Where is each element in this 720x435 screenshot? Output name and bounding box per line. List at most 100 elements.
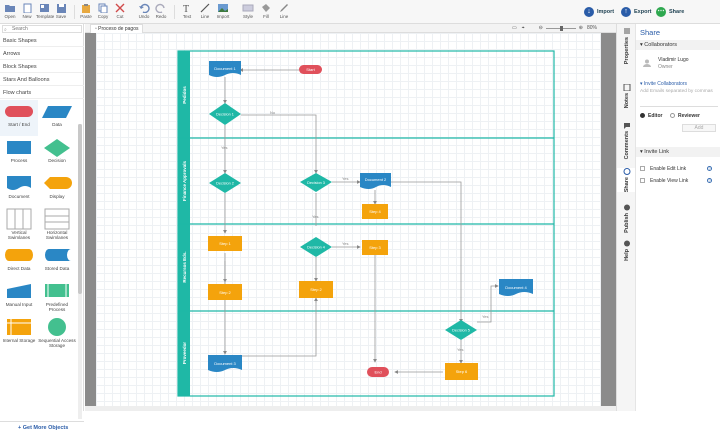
toolbar-divider xyxy=(74,5,75,19)
import-action-button[interactable]: ↓ Import xyxy=(584,6,614,18)
shape-vertical-swimlanes[interactable]: Vertical Swimlanes xyxy=(0,208,38,244)
tab-publish[interactable]: Publish xyxy=(617,204,636,233)
node-label: Document 1 xyxy=(214,66,236,71)
canvas-horizontal-scrollbar[interactable] xyxy=(85,406,616,411)
canvas-area[interactable]: Pedidos Finance Approvals Recursos Eds. … xyxy=(85,33,616,406)
shape-predefined-process[interactable]: Predefined Process xyxy=(38,280,76,316)
help-icon[interactable]: ? xyxy=(707,166,712,171)
reviewer-radio[interactable] xyxy=(670,113,675,118)
redo-button[interactable]: Redo xyxy=(153,3,169,19)
scrollbar-thumb[interactable] xyxy=(78,124,82,294)
scissors-icon xyxy=(115,3,125,13)
category-block-shapes[interactable]: Block Shapes xyxy=(0,60,84,73)
style-button[interactable]: Style xyxy=(240,3,256,19)
import-image-button[interactable]: Import xyxy=(215,3,231,19)
node-label: Decision 5 xyxy=(452,329,470,333)
invite-collaborators-header[interactable]: ▾ Invite Collaborators xyxy=(640,81,687,87)
export-action-button[interactable]: ↑ Export xyxy=(621,6,651,18)
shape-process[interactable]: Process xyxy=(0,136,38,172)
edge-label-yes: Yes xyxy=(221,145,228,150)
enable-view-link-label: Enable View Link xyxy=(650,178,689,184)
zoom-out-icon[interactable]: ⊖ xyxy=(539,25,543,31)
new-button[interactable]: New xyxy=(19,3,35,19)
undo-button[interactable]: Undo xyxy=(136,3,152,19)
document-tab[interactable]: ▫ Proceso de pagos xyxy=(90,24,144,33)
shape-document[interactable]: Document xyxy=(0,172,38,208)
invite-email-input[interactable]: Add Emails separated by commas xyxy=(640,89,718,107)
shape-data[interactable]: Data xyxy=(38,100,76,136)
collaborators-section-header[interactable]: ▾ Collaborators xyxy=(636,40,720,50)
shapes-sidebar: ⌕ Basic Shapes Arrows Block Shapes Stars… xyxy=(0,24,84,431)
fill-button[interactable]: Fill xyxy=(258,3,274,19)
tab-notes[interactable]: Notes xyxy=(617,84,636,108)
node-label: Document 3 xyxy=(214,361,236,366)
tab-properties[interactable]: Properties xyxy=(617,28,636,64)
shape-horizontal-swimlanes[interactable]: Horizontal Swimlanes xyxy=(38,208,76,244)
zoom-in-icon[interactable]: ⊕ xyxy=(579,25,583,31)
edge-label-yes: Yes xyxy=(342,176,349,181)
shape-internal-storage[interactable]: Internal Storage xyxy=(0,316,38,352)
share-action-button[interactable]: ⋯ Share xyxy=(656,6,684,18)
open-button[interactable]: Open xyxy=(2,3,18,19)
text-tool-button[interactable]: T Text xyxy=(179,3,195,19)
enable-edit-link-label: Enable Edit Link xyxy=(650,166,687,172)
node-label: Step 1 xyxy=(219,241,231,246)
invite-link-section-header[interactable]: ▾ Invite Link xyxy=(636,147,720,157)
category-flow-charts[interactable]: Flow charts xyxy=(0,86,84,99)
line-icon xyxy=(200,3,210,13)
node-label: Decision 3 xyxy=(307,181,325,185)
shape-display[interactable]: Display xyxy=(38,172,76,208)
node-label: Document 4 xyxy=(505,285,527,290)
template-button[interactable]: Template xyxy=(36,3,54,19)
cut-button[interactable]: Cut xyxy=(112,3,128,19)
lane-label-proveedor: Proveedor xyxy=(182,342,187,365)
tab-share[interactable]: Share xyxy=(617,168,636,193)
category-arrows[interactable]: Arrows xyxy=(0,47,84,60)
shape-decision[interactable]: Decision xyxy=(38,136,76,172)
drawing-page[interactable]: Pedidos Finance Approvals Recursos Eds. … xyxy=(96,33,601,406)
node-label: Step 2 xyxy=(310,287,322,292)
line-tool-button[interactable]: Line xyxy=(197,3,213,19)
sidebar-scrollbar[interactable] xyxy=(78,124,82,419)
toolbar-divider xyxy=(174,5,175,19)
tab-comments[interactable]: Comments xyxy=(617,122,636,159)
add-collaborator-button[interactable]: Add xyxy=(682,124,716,132)
globe-icon xyxy=(623,204,630,211)
zoom-slider[interactable] xyxy=(545,25,576,31)
line-style-button[interactable]: Line xyxy=(276,3,292,19)
export-icon: ↑ xyxy=(621,7,631,17)
lane-label-finance: Finance Approvals xyxy=(182,160,187,201)
category-basic-shapes[interactable]: Basic Shapes xyxy=(0,34,84,47)
save-button[interactable]: Save xyxy=(53,3,69,19)
image-icon xyxy=(218,4,228,12)
help-icon xyxy=(623,240,630,247)
undo-icon xyxy=(139,3,150,13)
right-tab-strip: Properties Notes Comments Share Publish … xyxy=(616,24,636,411)
shape-direct-data[interactable]: Direct Data xyxy=(0,244,38,280)
enable-view-link-checkbox[interactable] xyxy=(640,178,645,183)
tab-help[interactable]: Help xyxy=(617,240,636,261)
pen-icon xyxy=(280,4,288,12)
lane-label-pedidos: Pedidos xyxy=(182,86,187,104)
paste-button[interactable]: Paste xyxy=(78,3,94,19)
enable-edit-link-checkbox[interactable] xyxy=(640,166,645,171)
node-label: Step 4 xyxy=(369,209,381,214)
get-more-objects-link[interactable]: + Get More Objects xyxy=(0,421,84,435)
shape-stored-data[interactable]: Stored Data xyxy=(38,244,76,280)
help-icon[interactable]: ? xyxy=(707,178,712,183)
node-label: Decision 1 xyxy=(216,113,234,117)
shape-start-end[interactable]: Start / End xyxy=(0,100,38,136)
pointer-tool-icon[interactable]: ⌖ xyxy=(522,25,525,31)
shape-sequential-access-storage[interactable]: Sequential Access Storage xyxy=(38,316,76,352)
editor-radio[interactable] xyxy=(640,113,645,118)
properties-icon xyxy=(623,28,630,34)
category-stars-balloons[interactable]: Stars And Balloons xyxy=(0,73,84,86)
template-icon xyxy=(40,4,49,12)
shape-manual-input[interactable]: Manual Input xyxy=(0,280,38,316)
flowchart-diagram[interactable]: Pedidos Finance Approvals Recursos Eds. … xyxy=(96,33,601,406)
avatar xyxy=(643,59,651,67)
shape-search-input[interactable] xyxy=(2,25,82,33)
copy-button[interactable]: Copy xyxy=(95,3,111,19)
svg-text:T: T xyxy=(183,4,189,13)
select-tool-icon[interactable]: ▭ xyxy=(512,25,517,31)
